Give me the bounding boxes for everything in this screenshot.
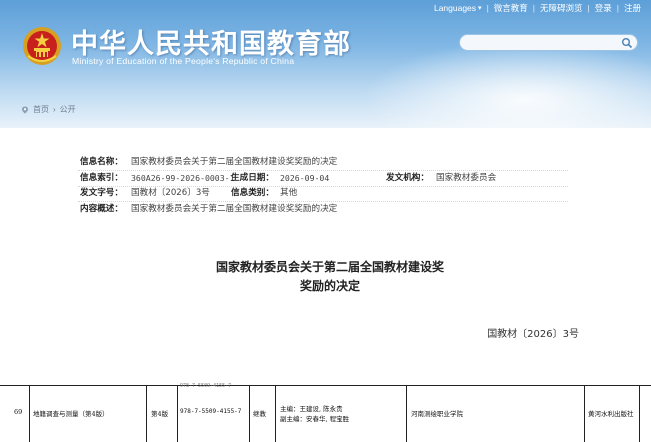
banner-glow xyxy=(361,40,651,128)
languages-link[interactable]: Languages xyxy=(434,3,476,13)
document-title-line: 国家教材委员会关于第二届全国教材建设奖 xyxy=(215,260,444,274)
search-input[interactable] xyxy=(468,36,622,51)
top-nav: Languages ▾ | 微言教育 | 无障碍浏览 | 登录 | 注册 xyxy=(434,1,641,15)
chevron-down-icon[interactable]: ▾ xyxy=(478,4,482,12)
accessibility-link[interactable]: 无障碍浏览 xyxy=(540,2,583,14)
register-link[interactable]: 注册 xyxy=(624,2,641,14)
table-cell-unit: 河南测绘职业学院 xyxy=(407,386,585,442)
meta-value: 其他 xyxy=(280,188,298,198)
document-number: 国教材〔2026〕3号 xyxy=(487,329,579,340)
meta-label: 发文机构： xyxy=(386,173,429,183)
cell-text: 黄河水利出版社 xyxy=(588,410,634,418)
table-cell-name: 地籍调查与测量（第4版） xyxy=(30,386,147,442)
divider: | xyxy=(532,3,536,13)
location-icon xyxy=(22,106,28,114)
breadcrumb-public[interactable]: 公开 xyxy=(60,104,76,115)
table-cell-isbn: 978-7-5509-4155-7 xyxy=(178,386,250,442)
meta-value: 2026-09-04 xyxy=(280,173,330,183)
cell-text: 继教 xyxy=(253,410,266,418)
weiyan-link[interactable]: 微言教育 xyxy=(494,2,528,14)
login-link[interactable]: 登录 xyxy=(595,2,612,14)
meta-value: 国家教材委员会关于第二届全国教材建设奖奖励的决定 xyxy=(131,157,338,167)
table-cell-edition: 第4版 xyxy=(147,386,178,442)
meta-row-summary: 内容概述： 国家教材委员会关于第二届全国教材建设奖奖励的决定 xyxy=(0,202,651,216)
info-meta-panel: 信息名称： 国家教材委员会关于第二届全国教材建设奖奖励的决定 信息索引： 360… xyxy=(0,128,651,358)
award-table-row: 978-7-5509-4155-7 69 地籍调查与测量（第4版） 第4版 97… xyxy=(0,383,651,442)
search-box[interactable] xyxy=(459,34,638,51)
meta-row-docno: 发文字号： 国教材〔2026〕3号 信息类别： 其他 xyxy=(0,186,651,200)
search-icon[interactable] xyxy=(621,37,633,49)
table-cell-type: 继教 xyxy=(250,386,276,442)
meta-row-name: 信息名称： 国家教材委员会关于第二届全国教材建设奖奖励的决定 xyxy=(0,155,651,169)
meta-value: 360A26-99-2026-0003-1 xyxy=(131,173,235,183)
cell-text: 69 xyxy=(14,408,23,416)
meta-value: 国家教材委员会 xyxy=(436,173,497,183)
divider: | xyxy=(616,3,619,13)
divider: | xyxy=(486,3,489,13)
cell-text: 978-7-5509-4155-7 xyxy=(180,408,242,415)
document-title: 国家教材委员会关于第二届全国教材建设奖 奖励的决定 xyxy=(140,258,520,296)
meta-label: 信息类别： xyxy=(231,188,274,198)
cell-text: 主编：王建设, 陈永贵 xyxy=(280,405,343,413)
meta-value: 国教材〔2026〕3号 xyxy=(131,188,210,198)
document-title-line: 奖励的决定 xyxy=(299,279,360,293)
table-cell-no: 69 xyxy=(0,386,30,442)
meta-row-index: 信息索引： 360A26-99-2026-0003-1 生成日期： 2026-0… xyxy=(0,171,651,185)
breadcrumb-home[interactable]: 首页 xyxy=(33,104,49,115)
national-emblem-icon[interactable] xyxy=(22,26,62,66)
divider: | xyxy=(587,3,590,13)
meta-label: 信息索引： xyxy=(80,173,123,183)
meta-label: 生成日期： xyxy=(231,173,274,183)
site-title-en: Ministry of Education of the People's Re… xyxy=(72,56,295,66)
page-gap xyxy=(0,358,651,385)
breadcrumb: 首页 › 公开 xyxy=(21,104,76,115)
site-header: Languages ▾ | 微言教育 | 无障碍浏览 | 登录 | 注册 中华人… xyxy=(0,0,651,128)
meta-label: 发文字号： xyxy=(80,188,123,198)
meta-value: 国家教材委员会关于第二届全国教材建设奖奖励的决定 xyxy=(131,204,338,214)
cell-text: 地籍调查与测量（第4版） xyxy=(33,410,109,418)
chevron-right-icon: › xyxy=(53,105,56,114)
table-cell-publisher: 黄河水利出版社 xyxy=(585,386,640,442)
cell-text: 第4版 xyxy=(151,410,169,418)
table-cell-editors: 主编：王建设, 陈永贵 副主编：安春华, 程宝胜 xyxy=(276,386,407,442)
cell-text: 河南测绘职业学院 xyxy=(411,410,463,418)
meta-label: 内容概述： xyxy=(80,204,123,214)
cell-text: 副主编：安春华, 程宝胜 xyxy=(280,415,350,423)
meta-label: 信息名称： xyxy=(80,157,123,167)
